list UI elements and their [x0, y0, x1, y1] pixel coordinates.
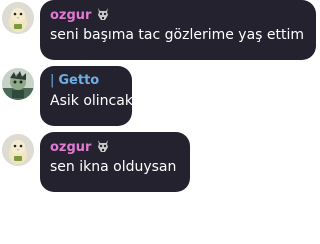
reply-marker: |	[50, 73, 55, 88]
message-text: sen ikna olduysan	[50, 159, 177, 175]
message-bubble[interactable]: | Getto Asik olincak cuble	[40, 66, 176, 126]
author-name[interactable]: Getto	[58, 73, 99, 88]
message-text: Asik olincak cuble	[50, 93, 176, 109]
author-line: ozgur	[50, 6, 306, 24]
goat-skull-icon	[96, 6, 110, 22]
author-line: ozgur	[50, 138, 180, 156]
message-bubble[interactable]: ozgur sen ikna olduysan	[40, 132, 190, 192]
chick-avatar-icon[interactable]	[2, 134, 34, 166]
author-name[interactable]: ozgur	[50, 140, 91, 155]
message-text: seni başıma tac gözlerime yaş ettim	[50, 27, 305, 43]
cartoon-avatar-icon[interactable]	[2, 68, 34, 100]
author-line: | Getto	[50, 72, 122, 90]
author-name[interactable]: ozgur	[50, 8, 91, 23]
chat-log: ozgur seni başıma tac gözlerime yaş etti…	[0, 0, 320, 244]
chick-avatar-icon[interactable]	[2, 2, 34, 34]
message-bubble[interactable]: ozgur seni başıma tac gözlerime yaş etti…	[40, 0, 316, 60]
goat-skull-icon	[96, 138, 110, 154]
